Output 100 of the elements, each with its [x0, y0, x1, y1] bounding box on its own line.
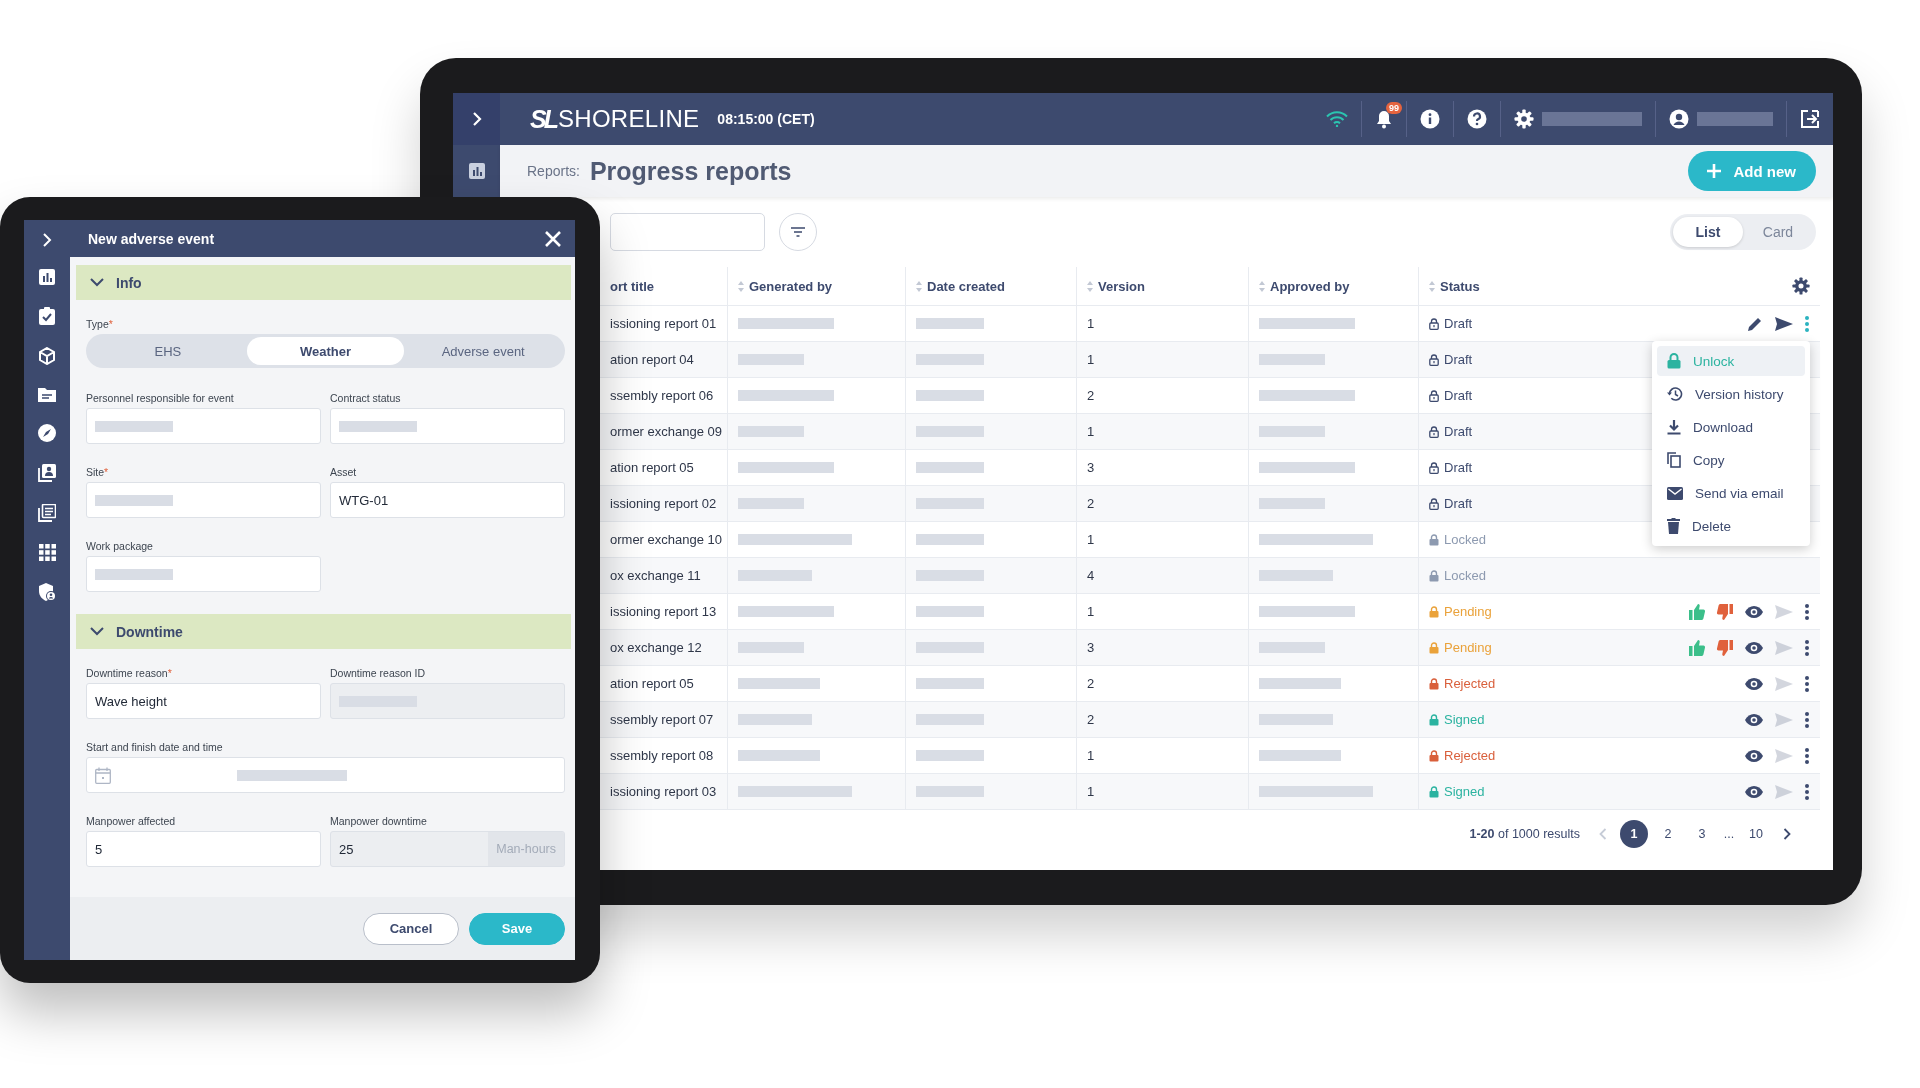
section-header[interactable]: Downtime [76, 614, 571, 649]
eye-icon[interactable] [1744, 676, 1764, 691]
dialog-title: New adverse event [88, 230, 215, 247]
more-options-icon[interactable] [1804, 710, 1810, 729]
field-value: Wave height [95, 693, 167, 709]
thumbs-down-icon[interactable] [1716, 638, 1734, 657]
help-icon[interactable] [1467, 109, 1487, 129]
menu-item[interactable]: Copy [1657, 445, 1805, 475]
redacted-text-bar [916, 750, 984, 761]
lock-icon [1429, 497, 1439, 510]
table-cell: 2 [1087, 388, 1095, 403]
wifi-icon[interactable] [1326, 111, 1348, 127]
logout-icon[interactable] [1800, 109, 1820, 129]
status-label: Draft [1429, 316, 1473, 331]
field-label: Type* [86, 318, 114, 330]
page-title: Progress reports [589, 156, 792, 186]
input-field[interactable]: WTG-01 [330, 482, 565, 518]
more-options-icon[interactable] [1804, 782, 1810, 801]
close-icon[interactable] [545, 230, 561, 247]
eye-icon[interactable] [1744, 712, 1764, 727]
redacted-text-bar [916, 426, 984, 437]
send-icon[interactable] [1774, 315, 1794, 332]
cube-icon[interactable] [38, 347, 56, 365]
table-cell: 1 [1087, 604, 1095, 619]
type-option[interactable]: Adverse event [404, 337, 562, 365]
sort-icon [1259, 280, 1265, 292]
table-cell: 1 [1087, 352, 1095, 367]
input-field[interactable] [330, 408, 565, 444]
type-option[interactable]: Weather [246, 337, 405, 365]
redacted-text-bar [738, 642, 804, 653]
clipboard-check-icon[interactable] [39, 307, 55, 325]
column-header[interactable]: Status [1429, 278, 1480, 294]
eye-icon[interactable] [1744, 784, 1764, 799]
column-header[interactable]: Generated by [738, 278, 833, 294]
input-field[interactable] [86, 556, 321, 592]
table-cell: ormer exchange 09 [610, 424, 722, 439]
column-header[interactable]: Version [1087, 278, 1145, 294]
section-header[interactable]: Info [76, 265, 571, 300]
date-range-field[interactable] [86, 757, 565, 793]
input-field[interactable] [86, 482, 321, 518]
menu-item[interactable]: Version history [1657, 379, 1805, 409]
chevron-right-icon[interactable] [42, 233, 52, 247]
more-options-icon[interactable] [1804, 674, 1810, 693]
unit-suffix: Man-hours [488, 832, 564, 866]
menu-item[interactable]: Send via email [1657, 478, 1805, 508]
compass-icon[interactable] [38, 424, 56, 442]
page-button[interactable]: 1 [1620, 820, 1648, 848]
notifications-button[interactable] [1375, 109, 1393, 129]
input-field[interactable] [86, 408, 321, 444]
more-options-icon[interactable] [1804, 602, 1810, 621]
input-field[interactable]: 5 [86, 831, 321, 867]
column-header[interactable]: ort title [610, 278, 655, 294]
shield-user-icon[interactable] [38, 583, 56, 601]
trash-icon [1667, 518, 1680, 534]
menu-item[interactable]: Download [1657, 412, 1805, 442]
table-cell: ssembly report 06 [610, 388, 714, 403]
status-label: Signed [1429, 712, 1485, 727]
search-field[interactable] [610, 213, 765, 251]
document-list-icon[interactable] [38, 504, 56, 522]
settings-icon[interactable] [1514, 109, 1534, 129]
page-button[interactable]: 10 [1742, 820, 1770, 848]
more-options-icon[interactable] [1804, 638, 1810, 657]
input-field[interactable]: Wave height [86, 683, 321, 719]
status-label: Draft [1429, 496, 1473, 511]
view-toggle-option[interactable]: List [1673, 217, 1743, 247]
thumbs-up-icon[interactable] [1688, 602, 1706, 621]
field-value: 5 [95, 841, 103, 857]
redacted-text-bar [916, 462, 984, 473]
thumbs-up-icon[interactable] [1688, 638, 1706, 657]
user-avatar-icon[interactable] [1669, 109, 1689, 129]
eye-icon[interactable] [1744, 604, 1764, 619]
contacts-book-icon[interactable] [38, 464, 56, 482]
eye-icon[interactable] [1744, 640, 1764, 655]
settings-icon[interactable] [1792, 277, 1810, 295]
lock-icon [1429, 389, 1439, 402]
redacted-text-bar [738, 498, 804, 509]
lock-icon [1429, 785, 1439, 798]
page-button[interactable]: 3 [1688, 820, 1716, 848]
more-options-icon[interactable] [1804, 746, 1810, 765]
apps-grid-icon[interactable] [38, 544, 56, 561]
field-label: Downtime reason ID [330, 667, 427, 679]
eye-icon[interactable] [1744, 748, 1764, 763]
folder-icon[interactable] [38, 387, 56, 402]
table-cell: issioning report 01 [610, 316, 717, 331]
column-header[interactable]: Date created [916, 278, 1006, 294]
lock-icon [1429, 605, 1439, 618]
bar-chart-icon[interactable] [39, 269, 55, 285]
menu-item[interactable]: Delete [1657, 511, 1805, 541]
chevron-right-icon [470, 112, 483, 126]
redacted-text-bar [1259, 354, 1325, 365]
status-label: Draft [1429, 424, 1473, 439]
copy-icon [1667, 452, 1681, 468]
column-header[interactable]: Approved by [1259, 278, 1350, 294]
field-value: 25 [339, 841, 354, 857]
page-button[interactable]: 2 [1654, 820, 1682, 848]
thumbs-down-icon[interactable] [1716, 602, 1734, 621]
cancel-button[interactable]: Cancel [363, 912, 459, 945]
type-option[interactable]: EHS [89, 337, 247, 365]
info-icon[interactable] [1420, 109, 1440, 129]
field-value: WTG-01 [339, 492, 389, 508]
